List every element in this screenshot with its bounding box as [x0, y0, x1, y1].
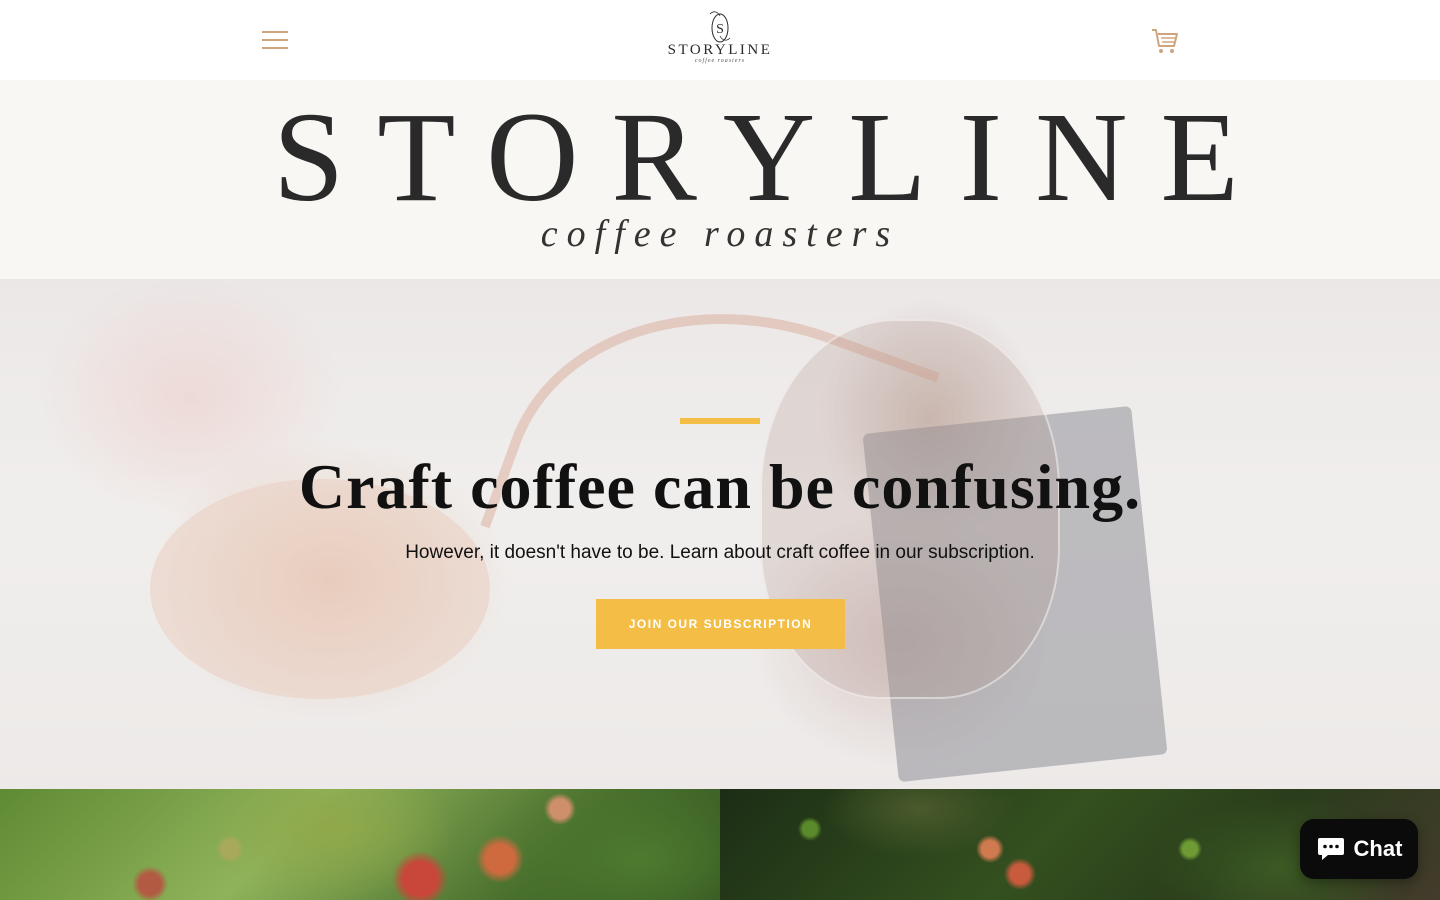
- join-subscription-button[interactable]: JOIN OUR SUBSCRIPTION: [596, 599, 845, 649]
- chat-label: Chat: [1353, 836, 1403, 861]
- header-logo-sub: coffee roasters: [694, 58, 746, 64]
- hero-overlay: [0, 279, 1440, 789]
- hero-section: Craft coffee can be confusing. However, …: [0, 279, 1440, 789]
- header-logo-brand: STORYLINE: [667, 42, 773, 58]
- logo-mark-icon: S: [709, 11, 731, 43]
- banner-subtitle: coffee roasters: [540, 213, 900, 255]
- chat-bubble-icon: [1317, 838, 1344, 860]
- header-logo[interactable]: S STORYLINE coffee roasters: [660, 8, 780, 72]
- hero-text: However, it doesn't have to be. Learn ab…: [405, 542, 1035, 563]
- hero-accent-bar: [680, 418, 760, 424]
- hamburger-menu-icon[interactable]: [262, 29, 288, 51]
- shopping-cart-icon[interactable]: [1150, 26, 1180, 56]
- hero-heading: Craft coffee can be confusing.: [298, 451, 1142, 522]
- banner-title: STORYLINE: [273, 86, 1272, 228]
- coffee-cherries-image-left[interactable]: [0, 789, 720, 900]
- chat-button[interactable]: Chat: [1300, 819, 1418, 879]
- logo-letter: S: [716, 22, 724, 37]
- site-header: S STORYLINE coffee roasters: [0, 0, 1440, 80]
- brand-banner: STORYLINE coffee roasters: [0, 80, 1440, 279]
